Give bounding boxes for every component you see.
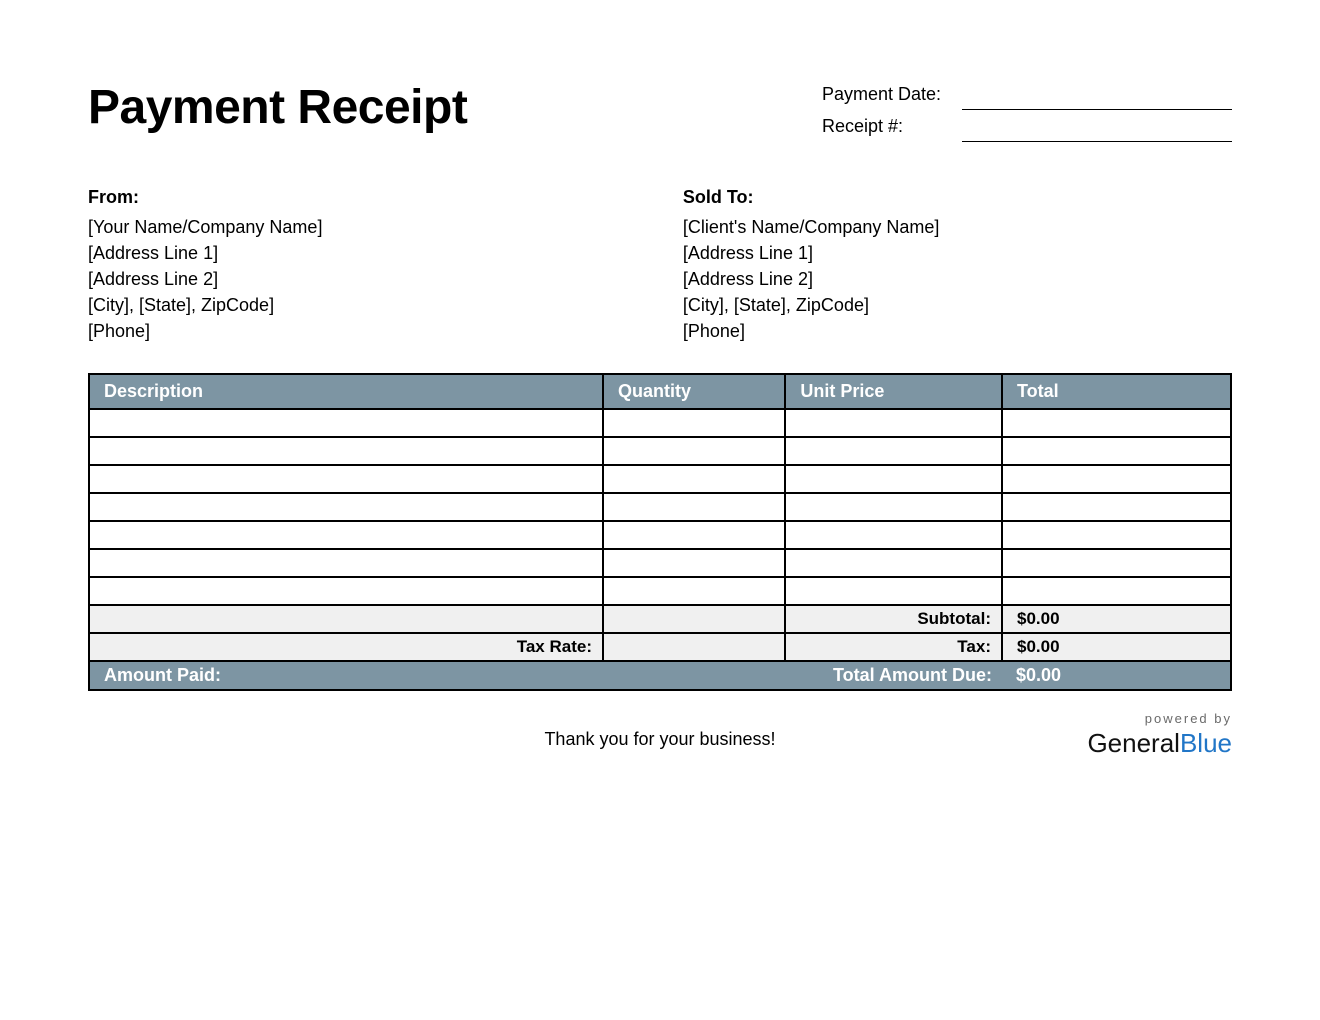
amount-paid-label: Amount Paid: — [90, 661, 603, 689]
sold-to-line: [Address Line 2] — [683, 266, 1232, 292]
receipt-number-field[interactable] — [962, 116, 1232, 142]
cell-unit-price[interactable] — [785, 465, 1002, 493]
from-line: [Your Name/Company Name] — [88, 214, 637, 240]
receipt-number-label: Receipt #: — [822, 116, 962, 142]
meta-block: Payment Date: Receipt #: — [822, 84, 1232, 142]
cell-total[interactable] — [1002, 409, 1230, 437]
cell-description[interactable] — [90, 409, 603, 437]
tax-label: Tax: — [785, 633, 1002, 661]
cell-quantity[interactable] — [603, 409, 785, 437]
sold-to-line: [Client's Name/Company Name] — [683, 214, 1232, 240]
cell-description[interactable] — [90, 577, 603, 605]
table-row — [90, 465, 1230, 493]
items-table: Description Quantity Unit Price Total — [90, 375, 1230, 689]
tax-rate-label: Tax Rate: — [90, 633, 603, 661]
amount-due-row: Amount Paid: Total Amount Due: $0.00 — [90, 661, 1230, 689]
sold-to-line: [Phone] — [683, 318, 1232, 344]
from-heading: From: — [88, 184, 637, 210]
cell-total[interactable] — [1002, 493, 1230, 521]
sold-to-heading: Sold To: — [683, 184, 1232, 210]
cell-quantity[interactable] — [603, 437, 785, 465]
cell-total[interactable] — [1002, 465, 1230, 493]
receipt-page: Payment Receipt Payment Date: Receipt #:… — [0, 0, 1320, 771]
sold-to-block: Sold To: [Client's Name/Company Name] [A… — [683, 184, 1232, 345]
cell-unit-price[interactable] — [785, 549, 1002, 577]
cell-total[interactable] — [1002, 549, 1230, 577]
page-title: Payment Receipt — [88, 80, 467, 135]
cell-description[interactable] — [90, 549, 603, 577]
col-unit-price: Unit Price — [785, 375, 1002, 409]
cell-description[interactable] — [90, 465, 603, 493]
cell-unit-price[interactable] — [785, 577, 1002, 605]
payment-date-field[interactable] — [962, 84, 1232, 110]
thank-you-text: Thank you for your business! — [544, 729, 775, 750]
table-row — [90, 437, 1230, 465]
cell-unit-price[interactable] — [785, 409, 1002, 437]
tax-row: Tax Rate: Tax: $0.00 — [90, 633, 1230, 661]
from-line: [Address Line 2] — [88, 266, 637, 292]
table-row — [90, 521, 1230, 549]
col-description: Description — [90, 375, 603, 409]
tax-rate-value[interactable] — [603, 633, 785, 661]
cell-quantity[interactable] — [603, 549, 785, 577]
cell-description[interactable] — [90, 493, 603, 521]
col-quantity: Quantity — [603, 375, 785, 409]
from-line: [Address Line 1] — [88, 240, 637, 266]
cell-description[interactable] — [90, 437, 603, 465]
sold-to-line: [City], [State], ZipCode] — [683, 292, 1232, 318]
total-due-value: $0.00 — [1002, 661, 1230, 689]
sold-to-line: [Address Line 1] — [683, 240, 1232, 266]
cell-unit-price[interactable] — [785, 437, 1002, 465]
table-row — [90, 549, 1230, 577]
table-row — [90, 409, 1230, 437]
cell-quantity[interactable] — [603, 577, 785, 605]
footer-row: Thank you for your business! powered by … — [88, 711, 1232, 771]
from-block: From: [Your Name/Company Name] [Address … — [88, 184, 637, 345]
powered-by-text: powered by — [1087, 711, 1232, 726]
amount-paid-value[interactable] — [603, 661, 785, 689]
cell-description[interactable] — [90, 521, 603, 549]
table-row — [90, 577, 1230, 605]
brand-logo: GeneralBlue — [1087, 728, 1232, 759]
parties-row: From: [Your Name/Company Name] [Address … — [88, 184, 1232, 345]
table-row — [90, 493, 1230, 521]
payment-date-label: Payment Date: — [822, 84, 962, 110]
subtotal-value: $0.00 — [1002, 605, 1230, 633]
cell-total[interactable] — [1002, 577, 1230, 605]
col-total: Total — [1002, 375, 1230, 409]
brand-part2: Blue — [1180, 728, 1232, 758]
header-row: Payment Receipt Payment Date: Receipt #: — [88, 80, 1232, 142]
cell-unit-price[interactable] — [785, 493, 1002, 521]
subtotal-label: Subtotal: — [785, 605, 1002, 633]
cell-quantity[interactable] — [603, 521, 785, 549]
tax-value: $0.00 — [1002, 633, 1230, 661]
cell-unit-price[interactable] — [785, 521, 1002, 549]
cell-quantity[interactable] — [603, 465, 785, 493]
cell-quantity[interactable] — [603, 493, 785, 521]
brand-block: powered by GeneralBlue — [1087, 711, 1232, 759]
from-line: [City], [State], ZipCode] — [88, 292, 637, 318]
subtotal-row: Subtotal: $0.00 — [90, 605, 1230, 633]
cell-total[interactable] — [1002, 521, 1230, 549]
from-line: [Phone] — [88, 318, 637, 344]
total-due-label: Total Amount Due: — [785, 661, 1002, 689]
brand-part1: General — [1087, 728, 1180, 758]
cell-total[interactable] — [1002, 437, 1230, 465]
items-table-wrap: Description Quantity Unit Price Total — [88, 373, 1232, 691]
